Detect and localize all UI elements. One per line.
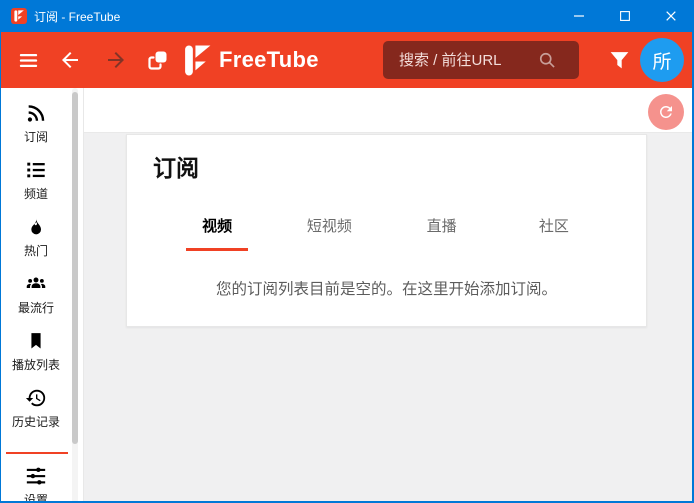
new-window-icon[interactable] (143, 32, 173, 88)
avatar-label: 所 (652, 47, 671, 74)
arrow-left-icon[interactable] (56, 32, 84, 88)
freetube-logo-icon (184, 45, 211, 76)
tab-community[interactable]: 社区 (498, 215, 610, 251)
sidebar-divider (6, 452, 68, 454)
subscriptions-card: 订阅 视频 短视频 直播 社区 您的订阅列表目前是空的。在这里开始添加订阅。 (126, 134, 647, 327)
sidebar-item-most-popular[interactable]: 最流行 (0, 272, 72, 329)
fire-icon (26, 215, 46, 239)
titlebar: 订阅 - FreeTube (0, 0, 694, 32)
bookmark-icon (26, 329, 46, 353)
sidebar-item-label: 最流行 (18, 299, 54, 316)
maximize-icon[interactable] (602, 0, 648, 32)
brand-wordmark: FreeTube (219, 47, 319, 73)
sidebar-item-label: 订阅 (24, 128, 48, 145)
minimize-icon[interactable] (556, 0, 602, 32)
search-box (383, 41, 579, 79)
refresh-button[interactable] (648, 94, 684, 130)
empty-state-message: 您的订阅列表目前是空的。在这里开始添加订阅。 (127, 277, 646, 299)
close-icon[interactable] (648, 0, 694, 32)
sidebar: 订阅 频道 热门 (0, 88, 84, 503)
content-area: 订阅 视频 短视频 直播 社区 您的订阅列表目前是空的。在这里开始添加订阅。 (84, 133, 694, 503)
window-title: 订阅 - FreeTube (34, 8, 556, 25)
freetube-app-icon (11, 8, 27, 24)
channels-list-icon (25, 158, 47, 182)
users-icon (24, 272, 48, 296)
sidebar-nav: 订阅 频道 热门 (0, 88, 83, 503)
sidebar-scrollbar-thumb[interactable] (72, 92, 78, 444)
hamburger-icon[interactable] (14, 32, 42, 88)
search-icon[interactable] (537, 50, 557, 70)
arrow-right-icon (102, 32, 130, 88)
search-input[interactable] (383, 41, 537, 79)
tab-shorts[interactable]: 短视频 (273, 215, 385, 251)
sidebar-item-label: 播放列表 (12, 356, 60, 373)
window-controls (556, 0, 694, 32)
profile-avatar[interactable]: 所 (640, 38, 684, 82)
sliders-icon (25, 464, 47, 488)
sidebar-item-history[interactable]: 历史记录 (0, 386, 72, 443)
sidebar-item-playlists[interactable]: 播放列表 (0, 329, 72, 386)
sidebar-item-label: 历史记录 (12, 413, 60, 430)
sidebar-item-label: 热门 (24, 242, 48, 259)
window-border-left (0, 0, 1, 503)
freetube-logo: FreeTube (184, 32, 319, 88)
refresh-icon (657, 103, 675, 121)
sidebar-item-label: 频道 (24, 185, 48, 202)
sidebar-item-channels[interactable]: 频道 (0, 158, 72, 215)
page-title: 订阅 (153, 153, 646, 183)
tab-videos[interactable]: 视频 (161, 215, 273, 251)
sidebar-item-settings[interactable]: 设置 (0, 464, 72, 503)
rss-icon (25, 101, 47, 125)
sidebar-item-trending[interactable]: 热门 (0, 215, 72, 272)
content-top-strip (84, 88, 694, 133)
toolbar: FreeTube 所 (0, 32, 694, 88)
subscription-tabs: 视频 短视频 直播 社区 (161, 215, 610, 251)
history-icon (25, 386, 47, 410)
tab-live[interactable]: 直播 (386, 215, 498, 251)
sidebar-item-subscriptions[interactable]: 订阅 (0, 101, 72, 158)
filter-icon[interactable] (602, 32, 636, 88)
